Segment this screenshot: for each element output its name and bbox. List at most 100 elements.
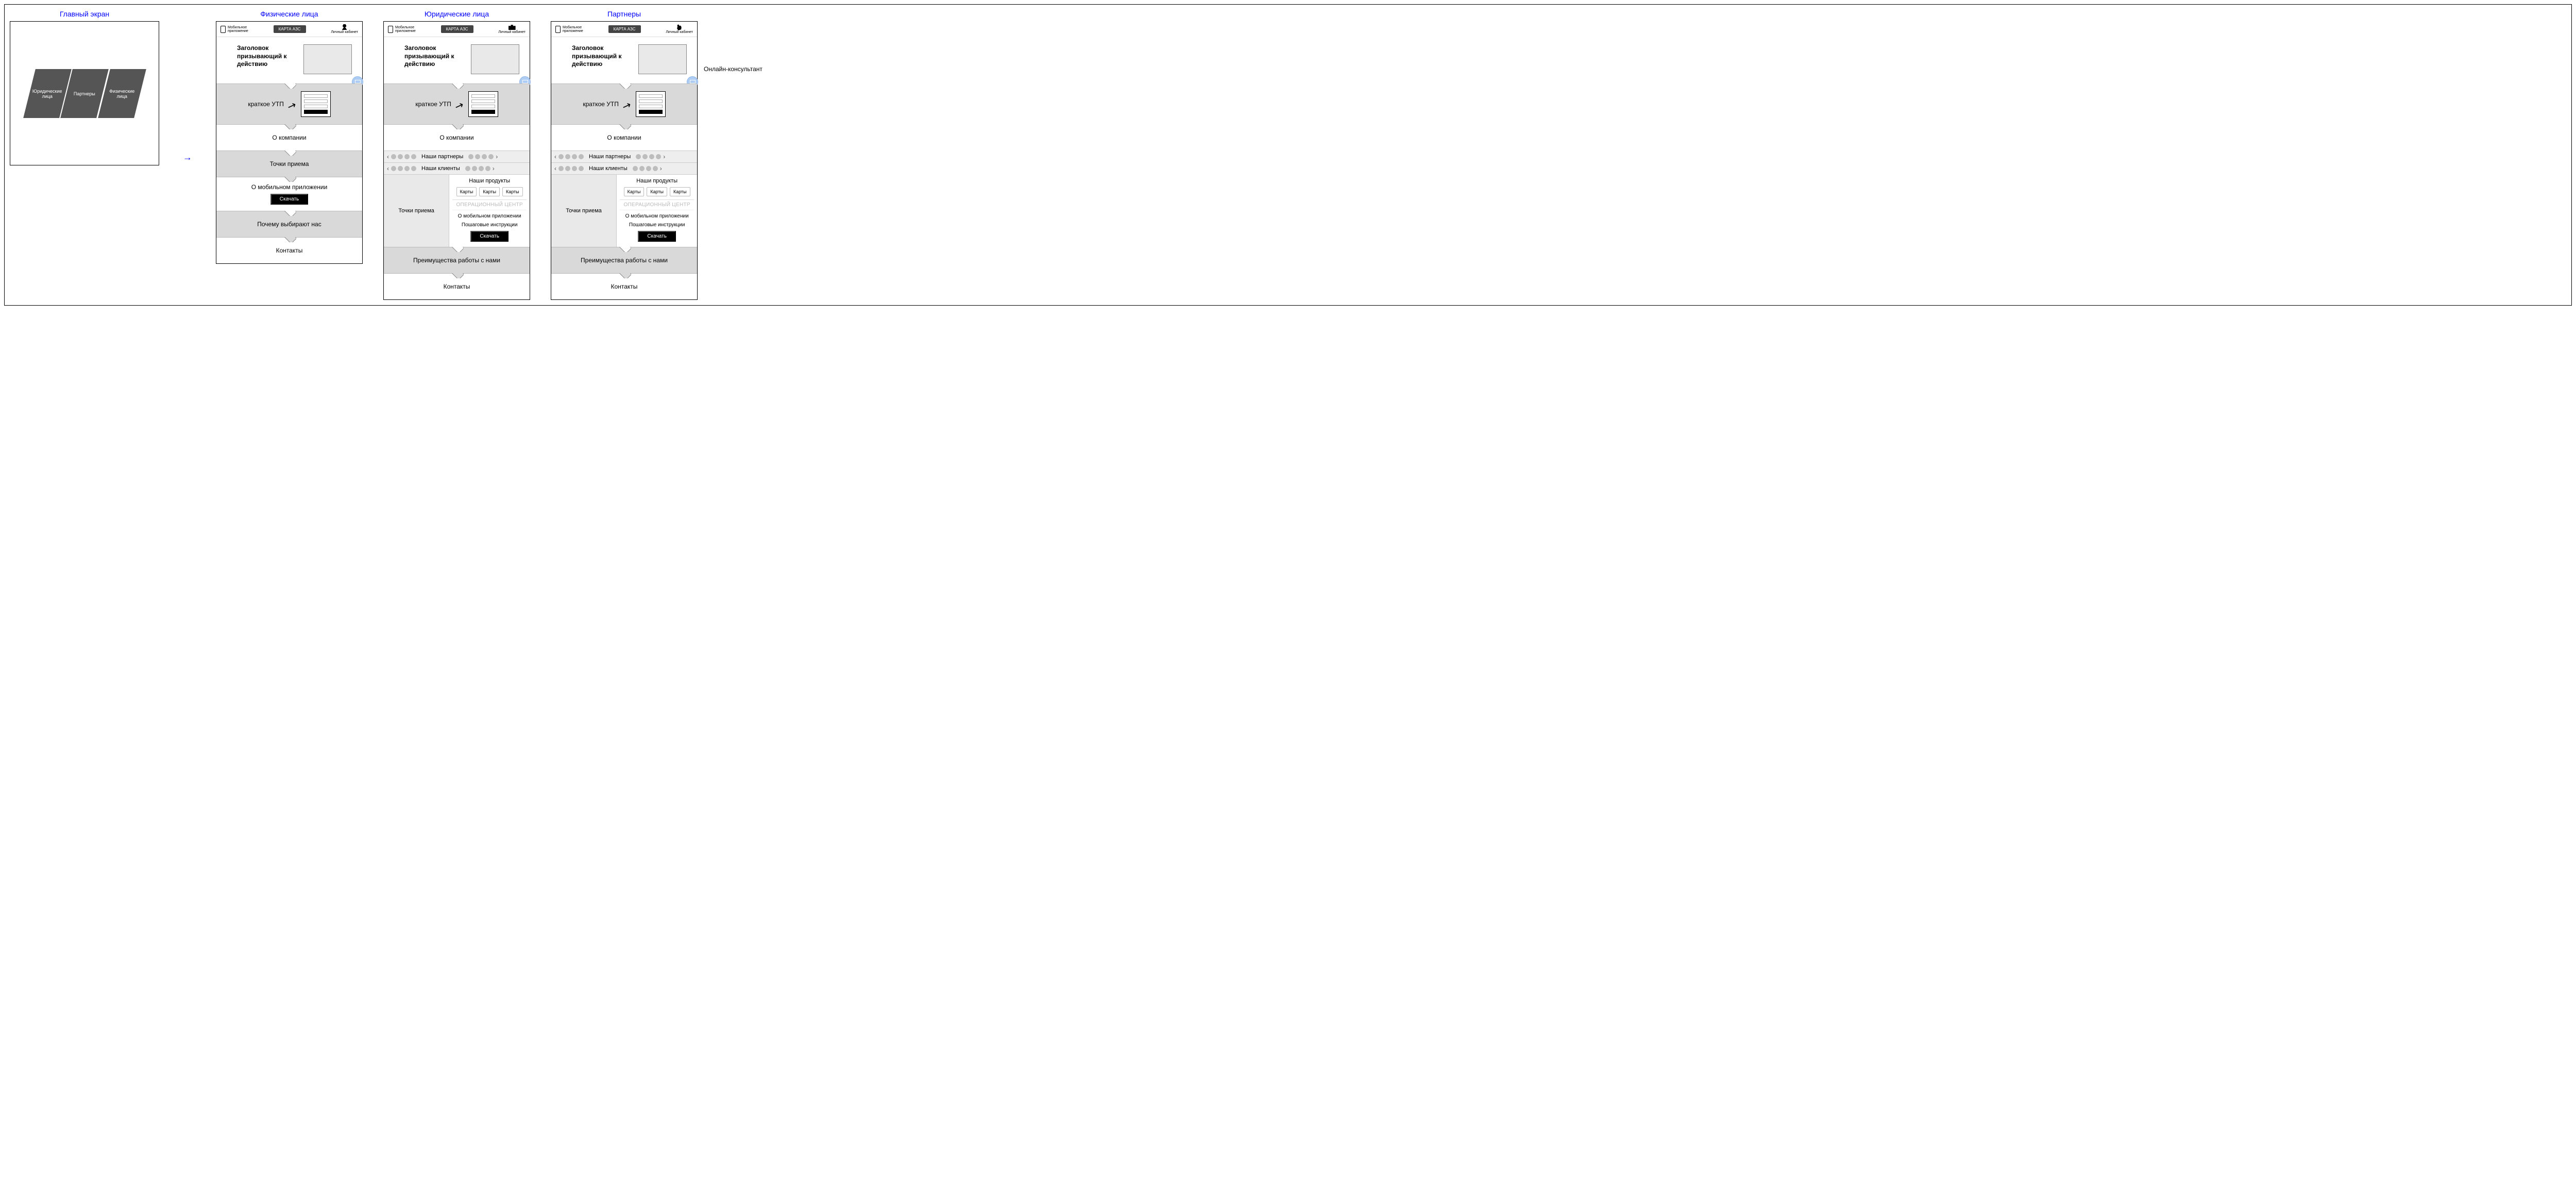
phone-icon bbox=[388, 26, 393, 33]
instructions-link[interactable]: Пошаговые инструкции bbox=[629, 222, 685, 228]
carousel-dot[interactable] bbox=[636, 154, 641, 159]
products-title: Наши продукты bbox=[636, 178, 677, 184]
carousel-dot[interactable] bbox=[465, 166, 470, 171]
form-field[interactable] bbox=[304, 94, 328, 98]
hero-image-placeholder bbox=[638, 44, 687, 74]
chevron-left-icon[interactable]: ‹ bbox=[554, 165, 556, 172]
mobile-app-link[interactable]: Мобильное приложение bbox=[388, 26, 416, 33]
download-button[interactable]: Скачать bbox=[470, 231, 509, 242]
chevron-left-icon[interactable]: ‹ bbox=[387, 153, 389, 160]
carousel-dot[interactable] bbox=[485, 166, 490, 171]
clients-carousel: ‹ Наши клиенты › bbox=[551, 162, 697, 174]
carousel-dot[interactable] bbox=[479, 166, 484, 171]
mobile-app-link[interactable]: Мобильное приложение bbox=[555, 26, 583, 33]
carousel-dot[interactable] bbox=[468, 154, 473, 159]
cabinet-link[interactable]: Личный кабинет bbox=[331, 24, 358, 34]
mobile-app-link-text[interactable]: О мобильном приложении bbox=[458, 213, 521, 219]
form-field[interactable] bbox=[304, 105, 328, 108]
op-center-label: ОПЕРАЦИОННЫЙ ЦЕНТР bbox=[620, 199, 694, 210]
main-frame: Юридические лица Партнеры Физические лиц… bbox=[10, 21, 159, 165]
form-submit[interactable] bbox=[639, 110, 663, 114]
carousel-dot[interactable] bbox=[475, 154, 480, 159]
map-badge[interactable]: КАРТА АЗС bbox=[441, 25, 473, 33]
screen-title-individuals: Физические лица bbox=[260, 10, 318, 18]
partners-carousel: ‹ Наши партнеры › bbox=[384, 150, 530, 162]
chevron-right-icon[interactable]: › bbox=[493, 165, 495, 172]
chevron-right-icon[interactable]: › bbox=[663, 153, 665, 160]
form-field[interactable] bbox=[639, 105, 663, 108]
carousel-dot[interactable] bbox=[404, 154, 410, 159]
map-badge[interactable]: КАРТА АЗС bbox=[608, 25, 641, 33]
individuals-screen: Мобильное приложение КАРТА АЗС Личный ка… bbox=[216, 21, 363, 264]
hero-heading: Заголовок призывающий к действию bbox=[572, 44, 633, 74]
download-button[interactable]: Скачать bbox=[270, 194, 309, 205]
clients-carousel: ‹ Наши клиенты › bbox=[384, 162, 530, 174]
carousel-dot[interactable] bbox=[646, 166, 651, 171]
carousel-dot[interactable] bbox=[565, 166, 570, 171]
form-field[interactable] bbox=[304, 99, 328, 103]
utp-label: краткое УТП bbox=[248, 100, 283, 108]
cabinet-link[interactable]: Личный кабинет bbox=[666, 24, 693, 34]
carousel-dot[interactable] bbox=[391, 166, 396, 171]
carousel-dot[interactable] bbox=[633, 166, 638, 171]
chevron-right-icon[interactable]: › bbox=[496, 153, 498, 160]
instructions-link[interactable]: Пошаговые инструкции bbox=[462, 222, 518, 228]
carousel-dot[interactable] bbox=[398, 166, 403, 171]
audience-tiles: Юридические лица Партнеры Физические лиц… bbox=[29, 69, 140, 118]
utp-form[interactable] bbox=[636, 91, 666, 117]
form-field[interactable] bbox=[471, 99, 495, 103]
form-field[interactable] bbox=[639, 94, 663, 98]
partners-carousel: ‹ Наши партнеры › bbox=[551, 150, 697, 162]
product-chip[interactable]: Карты bbox=[670, 187, 690, 196]
product-chip[interactable]: Карты bbox=[456, 187, 477, 196]
utp-form[interactable] bbox=[468, 91, 498, 117]
product-chip[interactable]: Карты bbox=[502, 187, 523, 196]
chevron-left-icon[interactable]: ‹ bbox=[387, 165, 389, 172]
utp-label: краткое УТП bbox=[415, 100, 451, 108]
carousel-dot[interactable] bbox=[579, 166, 584, 171]
product-chip[interactable]: Карты bbox=[479, 187, 500, 196]
arrow-icon: ↗ bbox=[453, 98, 465, 113]
carousel-dot[interactable] bbox=[411, 166, 416, 171]
carousel-dot[interactable] bbox=[639, 166, 645, 171]
carousel-dot[interactable] bbox=[653, 166, 658, 171]
form-field[interactable] bbox=[471, 94, 495, 98]
map-badge[interactable]: КАРТА АЗС bbox=[274, 25, 306, 33]
carousel-dot[interactable] bbox=[579, 154, 584, 159]
carousel-dot[interactable] bbox=[558, 154, 564, 159]
hero-image-placeholder bbox=[303, 44, 352, 74]
form-field[interactable] bbox=[639, 99, 663, 103]
op-center-label: ОПЕРАЦИОННЫЙ ЦЕНТР bbox=[452, 199, 527, 210]
carousel-dot[interactable] bbox=[642, 154, 648, 159]
product-chip[interactable]: Карты bbox=[624, 187, 645, 196]
partners-screen: Мобильное приложение КАРТА АЗС Личный ка… bbox=[551, 21, 698, 300]
carousel-dot[interactable] bbox=[398, 154, 403, 159]
form-submit[interactable] bbox=[471, 110, 495, 114]
points-block: Точки приема bbox=[551, 175, 617, 247]
carousel-dot[interactable] bbox=[472, 166, 477, 171]
download-button[interactable]: Скачать bbox=[638, 231, 676, 242]
cabinet-link[interactable]: Личный кабинет bbox=[498, 24, 526, 34]
carousel-dot[interactable] bbox=[404, 166, 410, 171]
products-title: Наши продукты bbox=[469, 178, 510, 184]
carousel-dot[interactable] bbox=[656, 154, 661, 159]
hero-image-placeholder bbox=[471, 44, 519, 74]
mobile-app-link[interactable]: Мобильное приложение bbox=[221, 26, 248, 33]
mobile-app-link-text[interactable]: О мобильном приложении bbox=[625, 213, 689, 219]
product-chip[interactable]: Карты bbox=[647, 187, 667, 196]
carousel-dot[interactable] bbox=[391, 154, 396, 159]
carousel-dot[interactable] bbox=[565, 154, 570, 159]
carousel-dot[interactable] bbox=[488, 154, 494, 159]
carousel-dot[interactable] bbox=[572, 154, 577, 159]
chevron-right-icon[interactable]: › bbox=[660, 165, 662, 172]
carousel-dot[interactable] bbox=[558, 166, 564, 171]
form-field[interactable] bbox=[471, 105, 495, 108]
carousel-dot[interactable] bbox=[482, 154, 487, 159]
consultant-annotation: Онлайн-консультант bbox=[704, 65, 762, 73]
form-submit[interactable] bbox=[304, 110, 328, 114]
carousel-dot[interactable] bbox=[572, 166, 577, 171]
carousel-dot[interactable] bbox=[649, 154, 654, 159]
chevron-left-icon[interactable]: ‹ bbox=[554, 153, 556, 160]
utp-form[interactable] bbox=[301, 91, 331, 117]
carousel-dot[interactable] bbox=[411, 154, 416, 159]
